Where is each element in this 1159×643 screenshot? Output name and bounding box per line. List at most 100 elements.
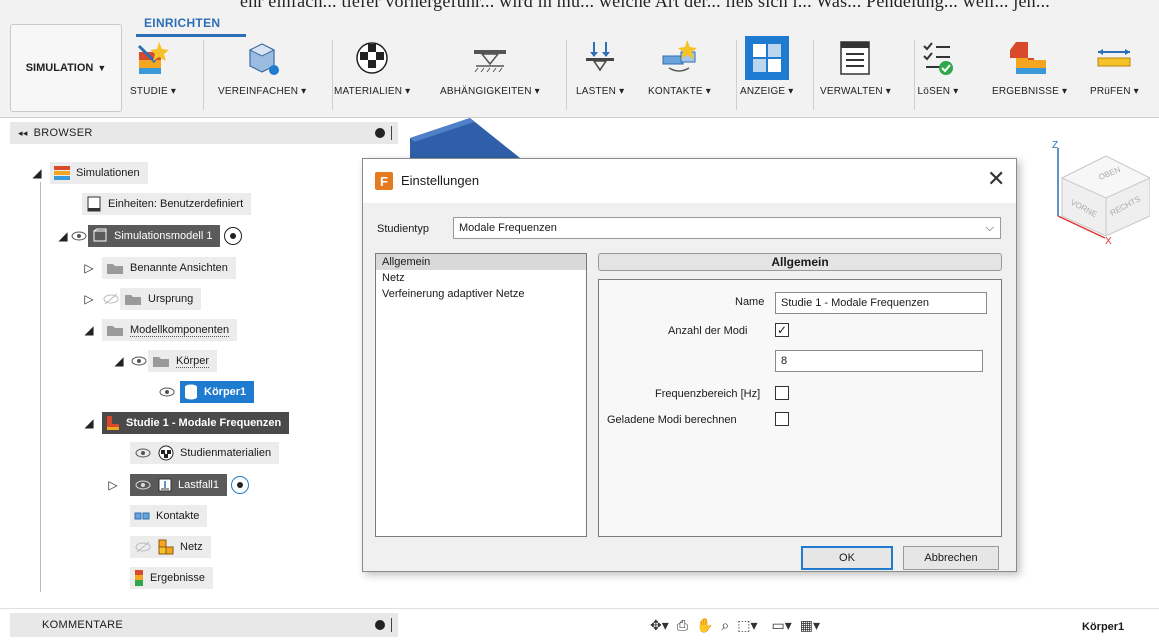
- modes-count-input[interactable]: 8: [775, 350, 983, 372]
- eye-icon[interactable]: [70, 227, 88, 245]
- expand-triangle-icon[interactable]: ▷: [82, 261, 96, 275]
- pan-hand-icon[interactable]: ✋: [696, 617, 713, 634]
- grid-settings-icon[interactable]: ▦▾: [800, 617, 820, 634]
- tree-row-koerper-folder[interactable]: ◢ Körper: [112, 349, 218, 373]
- materialien-button[interactable]: MATERIALIEN ▾: [334, 36, 410, 97]
- vereinfachen-button[interactable]: VEREINFACHEN ▾: [218, 36, 306, 97]
- expand-triangle-icon[interactable]: ◢: [82, 416, 96, 430]
- node-netz[interactable]: Netz: [130, 536, 211, 558]
- freq-range-checkbox[interactable]: [775, 386, 789, 400]
- node-studie1[interactable]: Studie 1 - Modale Frequenzen: [102, 412, 290, 434]
- eye-icon[interactable]: [134, 476, 152, 494]
- axis-x-label: X: [1105, 236, 1112, 246]
- browser-header[interactable]: ◂◂ BROWSER: [10, 122, 398, 144]
- expand-triangle-icon[interactable]: ◢: [112, 354, 126, 368]
- loesen-button[interactable]: LöSEN ▾: [916, 36, 960, 97]
- kontakte-button[interactable]: KONTAKTE ▾: [648, 36, 711, 97]
- separator: [736, 40, 737, 110]
- simulation-icon: [54, 166, 70, 180]
- comments-panel[interactable]: KOMMENTARE: [10, 613, 398, 637]
- tree-row-modellkomponenten[interactable]: ◢ Modellkomponenten: [82, 318, 238, 342]
- tree-row-kontakte[interactable]: Kontakte: [130, 504, 208, 528]
- tree-row-benannte-ansichten[interactable]: ▷ Benannte Ansichten: [82, 256, 236, 280]
- category-item-allgemein[interactable]: Allgemein: [376, 254, 586, 270]
- materialien-label: MATERIALIEN ▾: [334, 86, 411, 97]
- orbit-icon[interactable]: ✥▾: [650, 617, 669, 634]
- pruefen-button[interactable]: PRüFEN ▾: [1090, 36, 1139, 97]
- document-icon: [87, 196, 101, 212]
- loadcase-icon: [158, 478, 172, 492]
- node-modellkomponenten[interactable]: Modellkomponenten: [102, 319, 238, 341]
- dialog-titlebar[interactable]: F Einstellungen ✕: [363, 159, 1016, 203]
- node-benannte-ansichten[interactable]: Benannte Ansichten: [102, 257, 236, 279]
- expand-triangle-icon[interactable]: ▷: [106, 478, 120, 492]
- node-einheiten[interactable]: Einheiten: Benutzerdefiniert: [82, 193, 252, 215]
- node-ergebnisse[interactable]: Ergebnisse: [130, 567, 214, 589]
- fit-window-icon[interactable]: ⬚▾: [737, 617, 757, 634]
- label-ergebnisse: Ergebnisse: [150, 572, 206, 584]
- tree-row-netz[interactable]: Netz: [130, 535, 211, 559]
- tree-row-lastfall1[interactable]: ▷ Lastfall1: [106, 473, 249, 497]
- label-ursprung: Ursprung: [148, 293, 194, 305]
- viewcube[interactable]: OBEN VORNE RECHTS Z X: [1050, 136, 1150, 246]
- tree-row-simulationsmodell[interactable]: ◢ Simulationsmodell 1: [56, 224, 243, 248]
- lasten-button[interactable]: LASTEN ▾: [576, 36, 624, 97]
- abhaengigkeiten-label: ABHÄNGIGKEITEN ▾: [440, 86, 540, 97]
- modes-checkbox[interactable]: ✓: [775, 323, 789, 337]
- eye-hidden-icon[interactable]: [134, 538, 152, 556]
- pin-icon[interactable]: [375, 128, 385, 138]
- loaded-modes-label: Geladene Modi berechnen: [607, 414, 737, 426]
- pin-icon[interactable]: [375, 620, 385, 630]
- study-type-select[interactable]: Modale Frequenzen ⌵: [453, 217, 1001, 239]
- eye-icon[interactable]: [158, 383, 176, 401]
- category-item-verfeinerung[interactable]: Verfeinerung adaptiver Netze: [376, 286, 586, 302]
- category-item-netz[interactable]: Netz: [376, 270, 586, 286]
- modes-label: Anzahl der Modi: [668, 325, 748, 337]
- activate-radio[interactable]: [230, 476, 249, 494]
- pane-title: Allgemein: [598, 253, 1002, 271]
- tree-row-koerper1[interactable]: Körper1: [158, 380, 255, 404]
- ok-button[interactable]: OK: [801, 546, 893, 570]
- eye-hidden-icon[interactable]: [102, 290, 120, 308]
- display-settings-icon[interactable]: ▭▾: [772, 617, 792, 634]
- separator: [813, 40, 814, 110]
- expand-triangle-icon[interactable]: ◢: [82, 323, 96, 337]
- node-lastfall1[interactable]: Lastfall1: [130, 474, 227, 496]
- expand-triangle-icon[interactable]: ▷: [82, 292, 96, 306]
- verwalten-button[interactable]: VERWALTEN ▾: [820, 36, 891, 97]
- tree-row-simulationen[interactable]: ◢ Simulationen: [30, 161, 148, 185]
- node-ursprung[interactable]: Ursprung: [120, 288, 202, 310]
- node-simulationen[interactable]: Simulationen: [50, 162, 148, 184]
- activate-radio[interactable]: [224, 227, 243, 245]
- eye-icon[interactable]: [134, 444, 152, 462]
- collapse-double-chevron-icon[interactable]: ◂◂: [18, 128, 28, 139]
- look-at-icon[interactable]: ⎙: [677, 617, 688, 634]
- tree-row-ergebnisse[interactable]: Ergebnisse: [130, 566, 214, 590]
- loaded-modes-checkbox[interactable]: [775, 412, 789, 426]
- studie-button[interactable]: STUDIE ▾: [130, 36, 176, 97]
- abhaengigkeiten-button[interactable]: ABHÄNGIGKEITEN ▾: [440, 36, 540, 97]
- tab-einrichten[interactable]: EINRICHTEN: [144, 16, 220, 30]
- tree-row-studienmaterialien[interactable]: Studienmaterialien: [130, 441, 280, 465]
- name-input[interactable]: Studie 1 - Modale Frequenzen: [775, 292, 987, 314]
- node-studienmaterialien[interactable]: Studienmaterialien: [130, 442, 280, 464]
- anzeige-button[interactable]: ANZEIGE ▾: [740, 36, 794, 97]
- tree-row-ursprung[interactable]: ▷ Ursprung: [82, 287, 202, 311]
- node-kontakte[interactable]: Kontakte: [130, 505, 208, 527]
- node-koerper1[interactable]: Körper1: [180, 381, 255, 403]
- label-simulationen: Simulationen: [76, 167, 140, 179]
- expand-triangle-icon[interactable]: ◢: [30, 166, 44, 180]
- node-koerper-folder[interactable]: Körper: [148, 350, 218, 372]
- tree-row-einheiten[interactable]: Einheiten: Benutzerdefiniert: [82, 192, 252, 216]
- cancel-button[interactable]: Abbrechen: [903, 546, 999, 570]
- panel-separator: [391, 618, 392, 632]
- expand-triangle-icon[interactable]: ◢: [56, 229, 70, 243]
- eye-icon[interactable]: [130, 352, 148, 370]
- lasten-icon: [578, 36, 622, 80]
- ergebnisse-button[interactable]: ERGEBNISSE ▾: [992, 36, 1067, 97]
- node-simulationsmodell[interactable]: Simulationsmodell 1: [88, 225, 221, 247]
- simulation-workspace-button[interactable]: SIMULATION ▼: [10, 24, 122, 112]
- tree-row-studie1[interactable]: ◢ Studie 1 - Modale Frequenzen: [82, 411, 290, 435]
- zoom-icon[interactable]: ⌕: [721, 617, 729, 634]
- close-icon[interactable]: ✕: [987, 167, 1005, 191]
